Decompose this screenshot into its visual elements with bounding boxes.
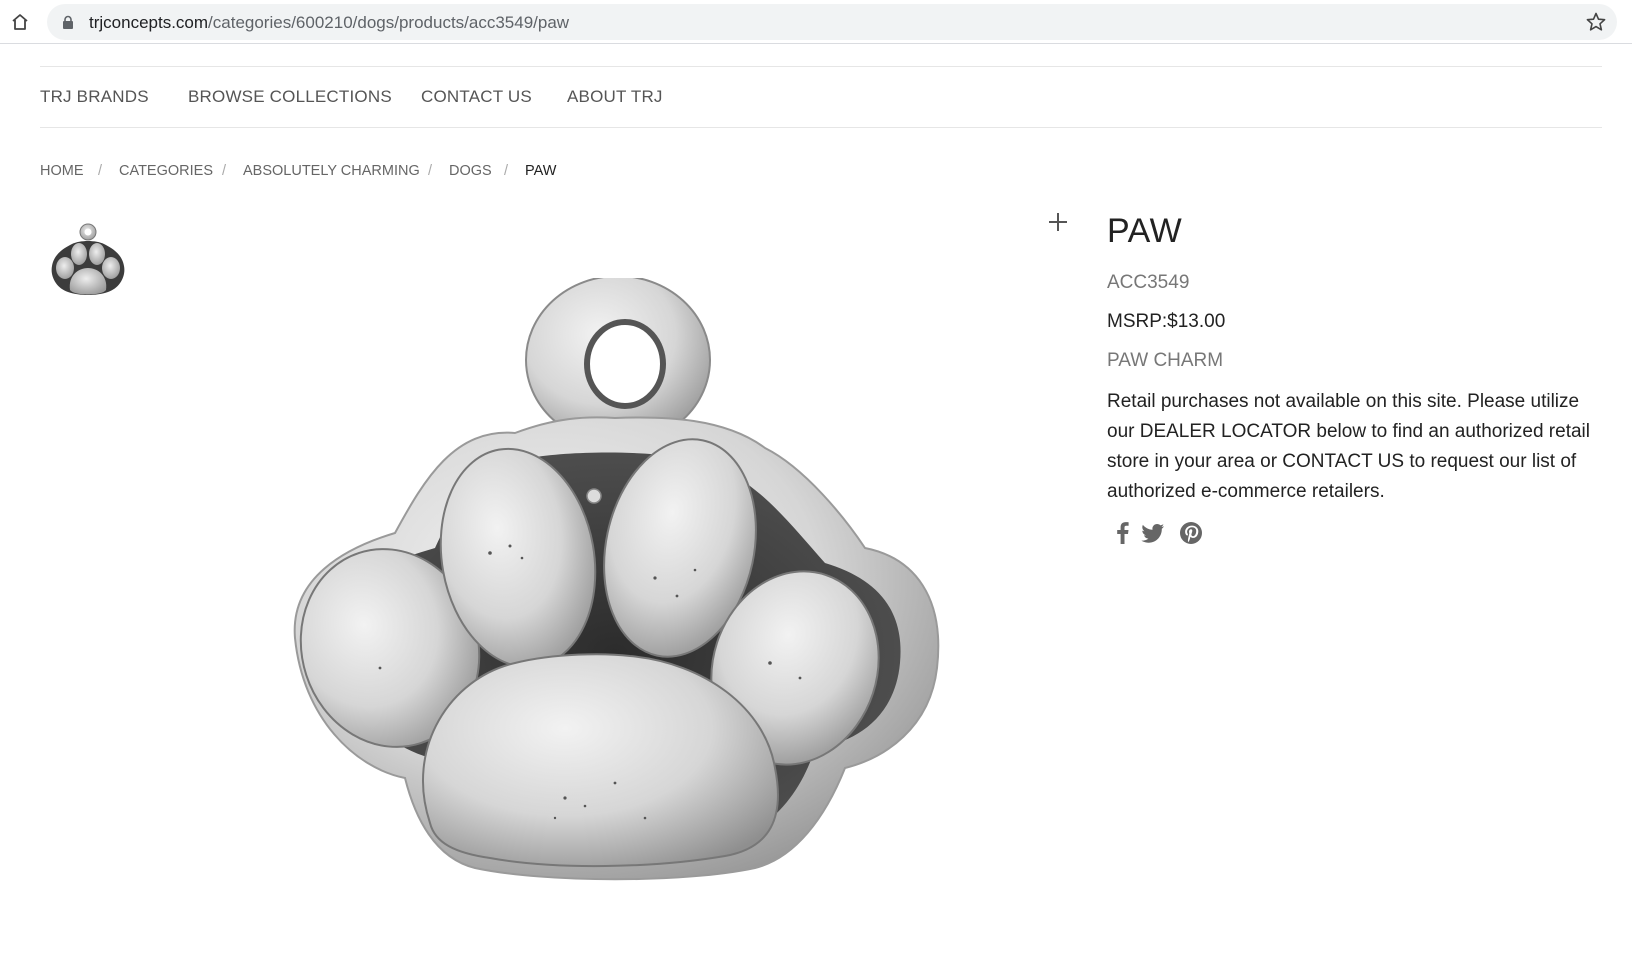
product-title: PAW — [1107, 212, 1183, 250]
address-bar[interactable]: trjconcepts.com/categories/600210/dogs/p… — [47, 4, 1617, 40]
product-subtitle: PAW CHARM — [1107, 350, 1224, 371]
breadcrumb-absolutely-charming[interactable]: ABSOLUTELY CHARMING — [243, 163, 420, 179]
bookmark-star-icon[interactable] — [1585, 11, 1607, 33]
nav-item-browse-collections[interactable]: BROWSE COLLECTIONS — [188, 87, 392, 107]
breadcrumb-separator: / — [428, 163, 433, 179]
breadcrumb-dogs[interactable]: DOGS — [449, 163, 492, 179]
twitter-icon[interactable] — [1140, 520, 1166, 546]
breadcrumb-separator: / — [98, 163, 103, 179]
breadcrumb-separator: / — [504, 163, 509, 179]
breadcrumb-home[interactable]: HOME — [40, 163, 84, 179]
product-description: Retail purchases not available on this s… — [1107, 391, 1590, 502]
facebook-icon[interactable] — [1110, 520, 1136, 546]
breadcrumb-separator: / — [222, 163, 227, 179]
url-domain: trjconcepts.com — [89, 13, 209, 32]
nav-item-contact-us[interactable]: CONTACT US — [421, 87, 532, 107]
product-main-image[interactable] — [285, 275, 955, 898]
url-text: trjconcepts.com/categories/600210/dogs/p… — [89, 13, 569, 33]
product-price: MSRP:$13.00 — [1107, 311, 1226, 332]
browser-toolbar: trjconcepts.com/categories/600210/dogs/p… — [0, 0, 1632, 44]
pinterest-icon[interactable] — [1178, 520, 1204, 546]
zoom-plus-icon[interactable] — [1046, 210, 1070, 234]
breadcrumb-categories[interactable]: CATEGORIES — [119, 163, 213, 179]
home-icon[interactable] — [8, 10, 32, 34]
url-path: /categories/600210/dogs/products/acc3549… — [208, 13, 570, 32]
product-sku: ACC3549 — [1107, 272, 1190, 293]
nav-item-trj-brands[interactable]: TRJ BRANDS — [40, 87, 149, 107]
main-nav: TRJ BRANDS BROWSE COLLECTIONS CONTACT US… — [40, 66, 1602, 128]
lock-icon — [63, 15, 73, 29]
product-thumbnail[interactable] — [42, 218, 132, 308]
breadcrumb-paw: PAW — [525, 163, 557, 179]
nav-item-about-trj[interactable]: ABOUT TRJ — [567, 87, 663, 107]
